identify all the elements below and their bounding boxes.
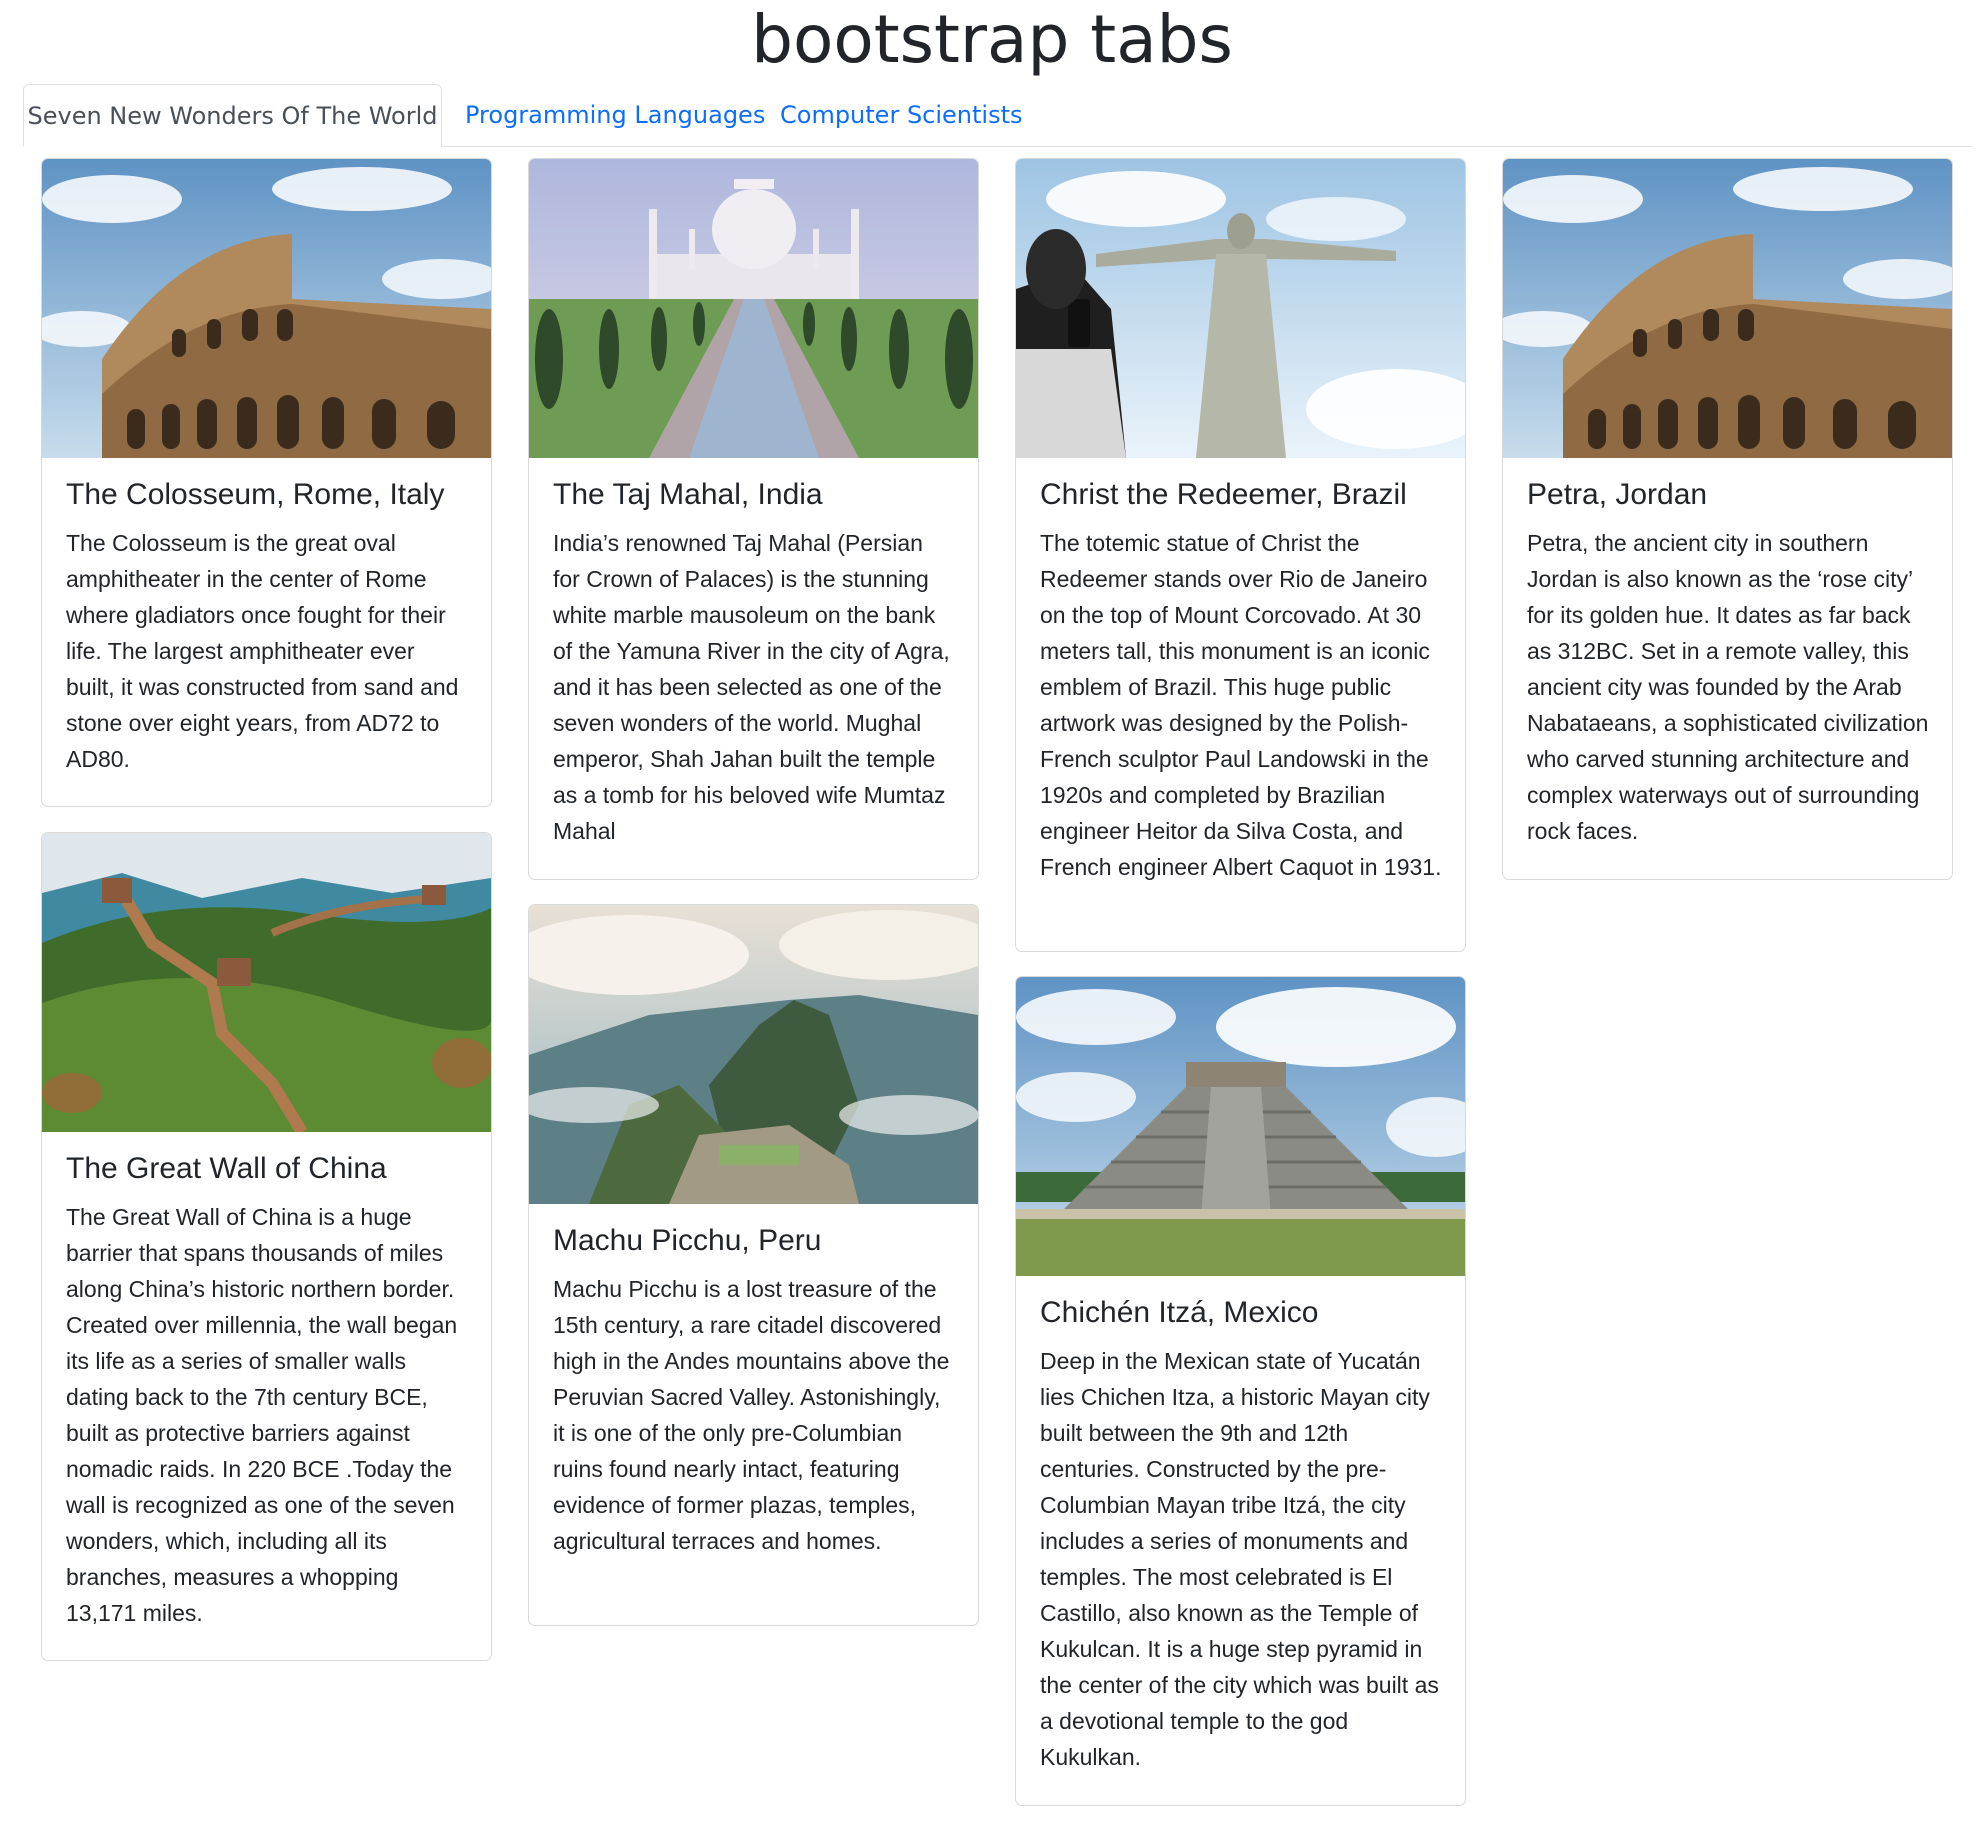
card-text: Petra, the ancient city in southern Jord… <box>1527 530 1929 844</box>
colosseum-photo <box>1503 159 1952 458</box>
tab-computer-scientists[interactable]: Computer Scientists <box>780 84 1070 147</box>
card-text: India’s renowned Taj Mahal (Persian for … <box>553 530 950 844</box>
tab-programming-languages[interactable]: Programming Languages <box>465 84 765 147</box>
card-colosseum: The Colosseum, Rome, Italy The Colosseum… <box>41 158 492 807</box>
card-taj-mahal: The Taj Mahal, India India’s renowned Ta… <box>528 158 979 880</box>
card-title: The Taj Mahal, India <box>553 478 823 511</box>
card-text: The Colosseum is the great oval amphithe… <box>66 530 459 772</box>
card-christ-redeemer: Christ the Redeemer, Brazil The totemic … <box>1015 158 1466 952</box>
great-wall-photo <box>42 833 491 1132</box>
nav-tabs: Seven New Wonders Of The World Programmi… <box>23 84 1972 147</box>
taj-mahal-photo <box>529 159 978 458</box>
christ-the-redeemer-photo <box>1016 159 1465 458</box>
card-text: Machu Picchu is a lost treasure of the 1… <box>553 1276 950 1554</box>
chichen-itza-photo <box>1016 977 1465 1276</box>
card-great-wall: The Great Wall of China The Great Wall o… <box>41 832 492 1661</box>
card-title: Christ the Redeemer, Brazil <box>1040 478 1407 511</box>
tab-seven-wonders[interactable]: Seven New Wonders Of The World <box>23 84 442 147</box>
page-title: bootstrap tabs <box>751 1 1233 78</box>
card-title: The Colosseum, Rome, Italy <box>66 478 445 511</box>
machu-picchu-photo <box>529 905 978 1204</box>
card-title: The Great Wall of China <box>66 1152 387 1185</box>
card-chichen-itza: Chichén Itzá, Mexico Deep in the Mexican… <box>1015 976 1466 1806</box>
colosseum-photo <box>42 159 491 458</box>
card-text: The totemic statue of Christ the Redeeme… <box>1040 530 1442 880</box>
card-machu-picchu: Machu Picchu, Peru Machu Picchu is a los… <box>528 904 979 1626</box>
card-title: Machu Picchu, Peru <box>553 1224 822 1257</box>
card-text: Deep in the Mexican state of Yucatán lie… <box>1040 1348 1439 1770</box>
card-title: Petra, Jordan <box>1527 478 1708 511</box>
card-text: The Great Wall of China is a huge barrie… <box>66 1204 458 1626</box>
card-petra: Petra, Jordan Petra, the ancient city in… <box>1502 158 1953 880</box>
card-title: Chichén Itzá, Mexico <box>1040 1296 1319 1329</box>
